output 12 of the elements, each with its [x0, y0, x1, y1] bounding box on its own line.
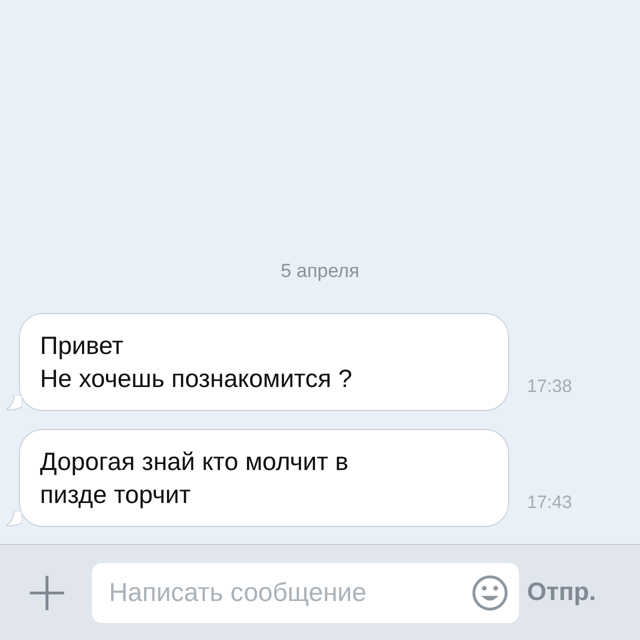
message-bubble: Дорогая знай кто молчит в пизде торчит — [19, 429, 509, 527]
message-input-field[interactable]: Написать сообщение — [107, 576, 471, 609]
date-separator: 5 апреля — [280, 261, 360, 283]
message-bubble: Привет Не хочешь познакомится ? — [19, 313, 509, 411]
bubble-tail-icon — [6, 511, 22, 527]
message-field[interactable]: Написать сообщение — [92, 562, 519, 622]
message-time: 17:38 — [527, 376, 572, 397]
send-button[interactable]: Отпр. — [527, 578, 596, 607]
message-time: 17:43 — [527, 492, 572, 513]
plus-icon[interactable] — [28, 574, 66, 612]
smiley-icon[interactable] — [471, 574, 509, 612]
bubble-tail-icon — [6, 395, 22, 411]
